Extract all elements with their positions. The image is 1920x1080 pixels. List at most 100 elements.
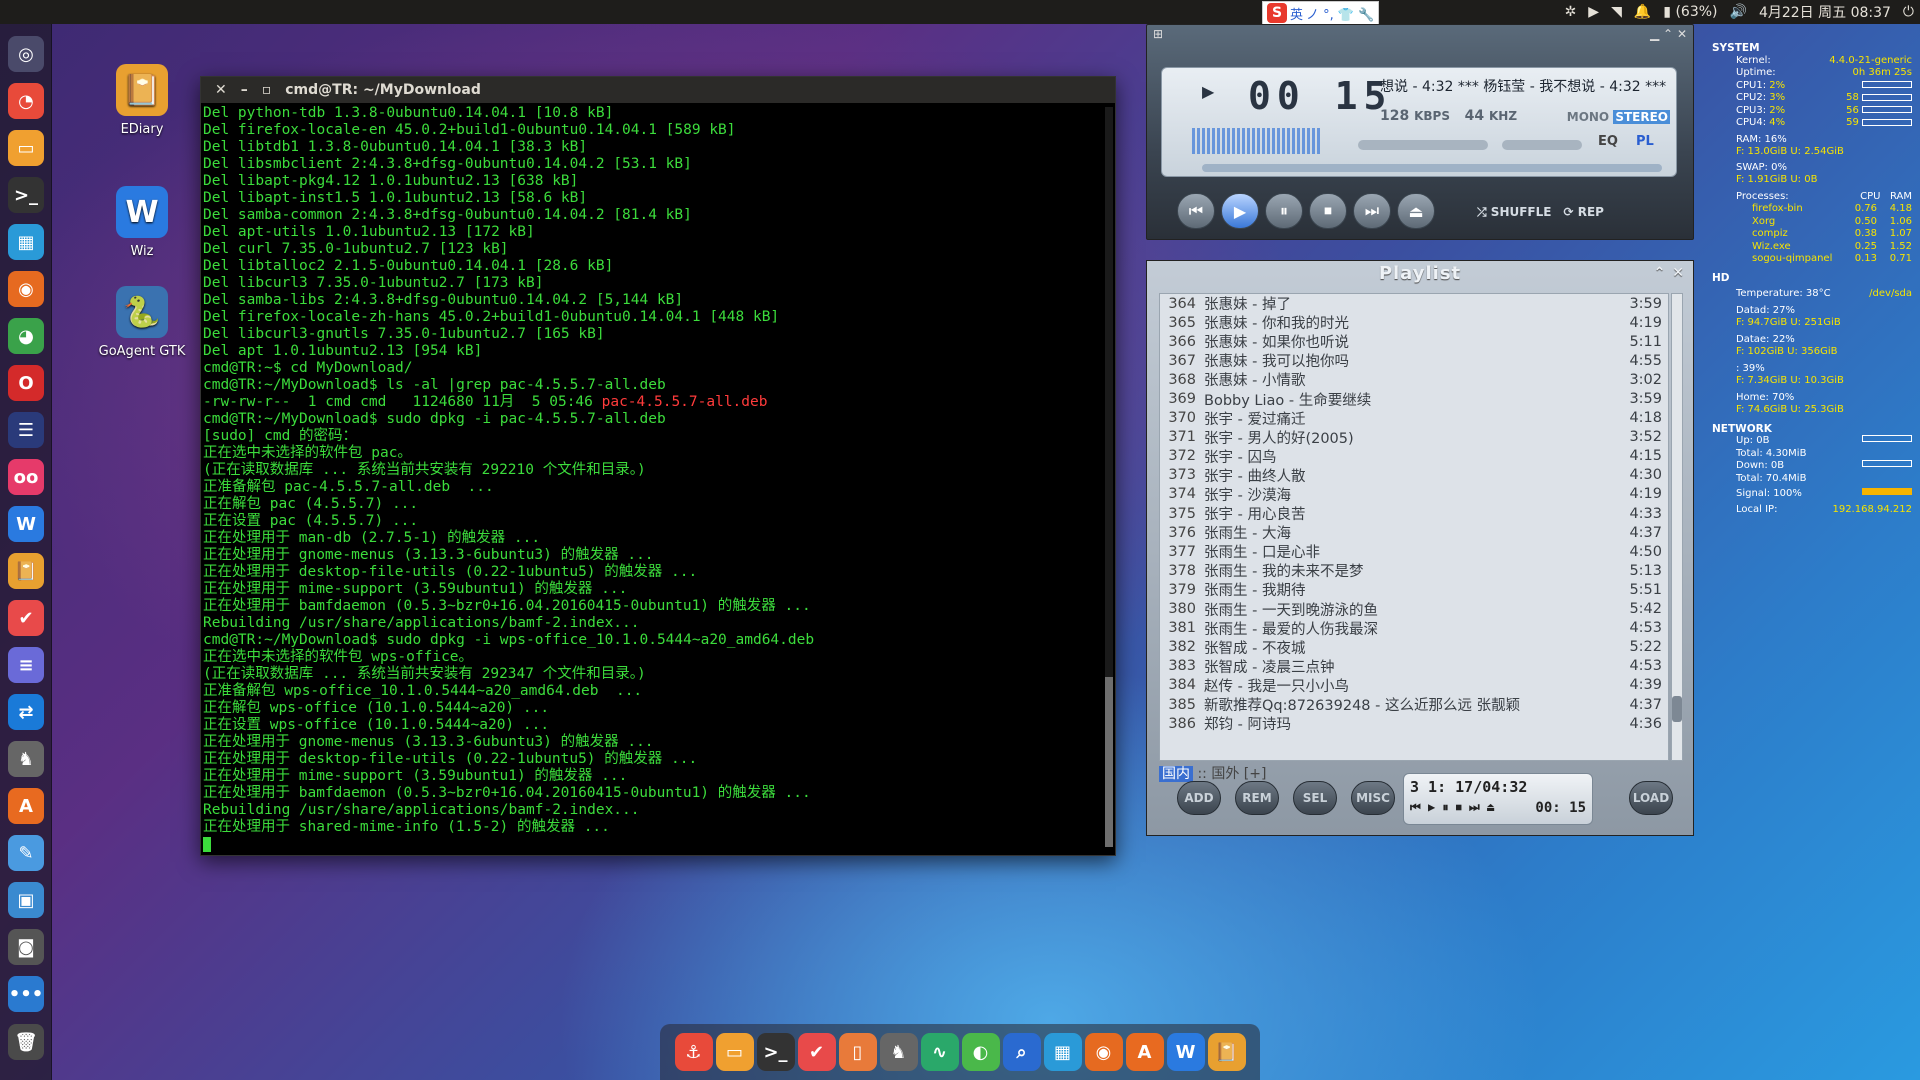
balance-slider[interactable] bbox=[1502, 140, 1582, 150]
playlist-item[interactable]: 372 张宇 - 囚鸟 4:15 bbox=[1160, 447, 1668, 466]
dock-files-icon[interactable]: ▭ bbox=[715, 1033, 754, 1071]
dock-firefox-icon[interactable]: ◉ bbox=[1084, 1033, 1123, 1071]
terminal-window[interactable]: ✕ – ▫ cmd@TR: ~/MyDownload Del python-td… bbox=[200, 76, 1116, 856]
battery-indicator[interactable]: ▮ (63%) bbox=[1663, 4, 1717, 20]
mini-controls[interactable]: ⏮ ▶ ⏸ ⏹ ⏭ ⏏ bbox=[1410, 800, 1494, 816]
playlist-item[interactable]: 381 张雨生 - 最爱的人伤我最深 4:53 bbox=[1160, 619, 1668, 638]
dock-ediary-icon[interactable]: 📔 bbox=[1207, 1033, 1246, 1071]
launcher-ubuntu-icon[interactable]: ◎ bbox=[8, 36, 44, 72]
menu-icon[interactable]: ⊞ bbox=[1153, 27, 1163, 43]
launcher-chart-icon[interactable]: ◔ bbox=[8, 83, 44, 119]
close-icon[interactable]: ✕ bbox=[215, 82, 227, 98]
terminal-output[interactable]: Del python-tdb 1.3.8-0ubuntu0.14.04.1 [1… bbox=[203, 105, 1103, 853]
dock-phone-icon[interactable]: ▯ bbox=[838, 1033, 877, 1071]
launcher-monitor-icon[interactable]: ▦ bbox=[8, 224, 44, 260]
shade-icon[interactable]: ⌃ bbox=[1654, 265, 1667, 281]
playlist-item[interactable]: 383 张智成 - 凌晨三点钟 4:53 bbox=[1160, 657, 1668, 676]
playlist-sel-button[interactable]: SEL bbox=[1293, 781, 1337, 815]
playlist-item[interactable]: 365 张惠妹 - 你和我的时光 4:19 bbox=[1160, 313, 1668, 333]
playlist-item[interactable]: 385 新歌推荐Qq:872639248 - 这么近那么远 张靓颖 4:37 bbox=[1160, 695, 1668, 715]
shade-icon[interactable]: ⌃ bbox=[1663, 27, 1673, 41]
dock-search-doc-icon[interactable]: ⌕ bbox=[1002, 1033, 1041, 1071]
seek-bar[interactable] bbox=[1202, 164, 1662, 172]
stop-button[interactable]: ⏹ bbox=[1309, 193, 1347, 229]
pause-button[interactable]: ⏸ bbox=[1265, 193, 1303, 229]
playlist-add-button[interactable]: ADD bbox=[1177, 781, 1221, 815]
launcher-bird-icon[interactable]: ♞ bbox=[8, 741, 44, 777]
playlist-scrollbar[interactable] bbox=[1671, 293, 1683, 761]
launcher-package-icon[interactable]: ▣ bbox=[8, 882, 44, 918]
playlist-item[interactable]: 371 张宇 - 男人的好(2005) 3:52 bbox=[1160, 428, 1668, 447]
minimize-icon[interactable]: – bbox=[241, 82, 248, 98]
tab-domestic[interactable]: 国内 bbox=[1159, 766, 1193, 782]
launcher-todo-icon[interactable]: ✔ bbox=[8, 600, 44, 636]
media-play-icon[interactable]: ▶ bbox=[1588, 4, 1599, 20]
playlist-item[interactable]: 379 张雨生 - 我期待 5:51 bbox=[1160, 580, 1668, 600]
load-button[interactable]: LOAD bbox=[1629, 781, 1673, 815]
playlist-titlebar[interactable]: Playlist ⌃ ✕ bbox=[1147, 261, 1693, 287]
audio-player-window[interactable]: ⊞ ▁ ⌃ ✕ ▶ 00 15 想说 - 4:32 *** 杨钰莹 - 我不想说… bbox=[1146, 24, 1694, 240]
dock-software-center-icon[interactable]: A bbox=[1125, 1033, 1164, 1071]
shuffle-toggle[interactable]: ⤮ SHUFFLE bbox=[1477, 205, 1551, 220]
volume-slider[interactable] bbox=[1358, 140, 1488, 150]
playlist-item[interactable]: 380 张雨生 - 一天到晚游泳的鱼 5:42 bbox=[1160, 600, 1668, 619]
power-icon[interactable]: ⏻ bbox=[1903, 4, 1914, 20]
playlist-item[interactable]: 374 张宇 - 沙漠海 4:19 bbox=[1160, 485, 1668, 504]
launcher-software-center-icon[interactable]: A bbox=[8, 788, 44, 824]
playlist-item[interactable]: 366 张惠妹 - 如果你也听说 5:11 bbox=[1160, 332, 1668, 352]
desktop-icon-book[interactable]: 📔 EDiary bbox=[92, 64, 192, 137]
playlist-item[interactable]: 373 张宇 - 曲终人散 4:30 bbox=[1160, 466, 1668, 485]
playlist-item[interactable]: 364 张惠妹 - 掉了 3:59 bbox=[1160, 294, 1668, 314]
dock-anchor-icon[interactable]: ⚓ bbox=[674, 1033, 713, 1071]
launcher-teamviewer-icon[interactable]: ⇄ bbox=[8, 694, 44, 730]
dock-todo-icon[interactable]: ✔ bbox=[797, 1033, 836, 1071]
playlist-item[interactable]: 376 张雨生 - 大海 4:37 bbox=[1160, 523, 1668, 543]
playlist-item[interactable]: 368 张惠妹 - 小情歌 3:02 bbox=[1160, 370, 1668, 390]
dock-wiz-icon[interactable]: W bbox=[1166, 1033, 1205, 1071]
launcher-ediary-icon[interactable]: 📔 bbox=[8, 553, 44, 589]
launcher-firefox-icon[interactable]: ◉ bbox=[8, 271, 44, 307]
launcher-camera-icon[interactable]: ◙ bbox=[8, 929, 44, 965]
input-method-indicator[interactable]: S 英 ノ °, 👕 🔧 bbox=[1262, 1, 1380, 25]
launcher-flickr-icon[interactable]: oo bbox=[8, 459, 44, 495]
dock-activity-icon[interactable]: ∿ bbox=[920, 1033, 959, 1071]
terminal-scrollbar[interactable] bbox=[1105, 107, 1113, 847]
dock-bird-icon[interactable]: ♞ bbox=[879, 1033, 918, 1071]
playlist-item[interactable]: 384 赵传 - 我是一只小小鸟 4:39 bbox=[1160, 676, 1668, 695]
launcher-opera-icon[interactable]: O bbox=[8, 365, 44, 401]
dock-terminal-icon[interactable]: >_ bbox=[756, 1033, 795, 1071]
playlist-window[interactable]: Playlist ⌃ ✕ 364 张惠妹 - 掉了 3:59 365 张惠妹 - 你和我… bbox=[1146, 260, 1694, 836]
indicator-icon[interactable]: ✲ bbox=[1565, 4, 1577, 20]
playlist-item[interactable]: 377 张雨生 - 口是心非 4:50 bbox=[1160, 542, 1668, 562]
scroll-thumb[interactable] bbox=[1672, 696, 1682, 722]
playlist-misc-button[interactable]: MISC bbox=[1351, 781, 1395, 815]
playlist-rem-button[interactable]: REM bbox=[1235, 781, 1279, 815]
desktop-icon-wiz[interactable]: W Wiz bbox=[92, 186, 192, 259]
dock-toggle-icon[interactable]: ◐ bbox=[961, 1033, 1000, 1071]
clock[interactable]: 4月22日 周五 08:37 bbox=[1759, 2, 1891, 22]
dock-monitor-icon[interactable]: ▦ bbox=[1043, 1033, 1082, 1071]
pl-button[interactable]: PL bbox=[1636, 134, 1654, 149]
launcher-files-icon[interactable]: ▭ bbox=[8, 130, 44, 166]
playlist-item[interactable]: 367 张惠妹 - 我可以抱你吗 4:55 bbox=[1160, 351, 1668, 371]
playlist-list[interactable]: 364 张惠妹 - 掉了 3:59 365 张惠妹 - 你和我的时光 4:19 366 张惠妹… bbox=[1159, 293, 1669, 761]
minimize-icon[interactable]: ▁ bbox=[1650, 27, 1659, 41]
launcher-trash-icon[interactable]: 🗑 bbox=[8, 1024, 44, 1060]
eq-button[interactable]: EQ bbox=[1598, 134, 1618, 149]
launcher-document-icon[interactable]: ≡ bbox=[8, 647, 44, 683]
launcher-eclipse-icon[interactable]: ☰ bbox=[8, 412, 44, 448]
play-button[interactable]: ▶ bbox=[1221, 193, 1259, 229]
player-titlebar[interactable]: ⊞ ▁ ⌃ ✕ bbox=[1147, 25, 1693, 45]
wifi-icon[interactable]: ◥ bbox=[1611, 4, 1622, 20]
next-button[interactable]: ⏭ bbox=[1353, 193, 1391, 229]
eject-button[interactable]: ⏏ bbox=[1397, 193, 1435, 229]
launcher-terminal-icon[interactable]: >_ bbox=[8, 177, 44, 213]
launcher-wiz-icon[interactable]: W bbox=[8, 506, 44, 542]
close-icon[interactable]: ✕ bbox=[1677, 27, 1687, 41]
launcher-chrome-icon[interactable]: ◕ bbox=[8, 318, 44, 354]
playlist-item[interactable]: 386 郑钧 - 阿诗玛 4:36 bbox=[1160, 714, 1668, 734]
previous-button[interactable]: ⏮ bbox=[1177, 193, 1215, 229]
tab-others[interactable]: :: 国外 [+] bbox=[1197, 766, 1266, 782]
desktop-icon-python[interactable]: 🐍 GoAgent GTK bbox=[92, 286, 192, 359]
playlist-item[interactable]: 382 张智成 - 不夜城 5:22 bbox=[1160, 638, 1668, 657]
